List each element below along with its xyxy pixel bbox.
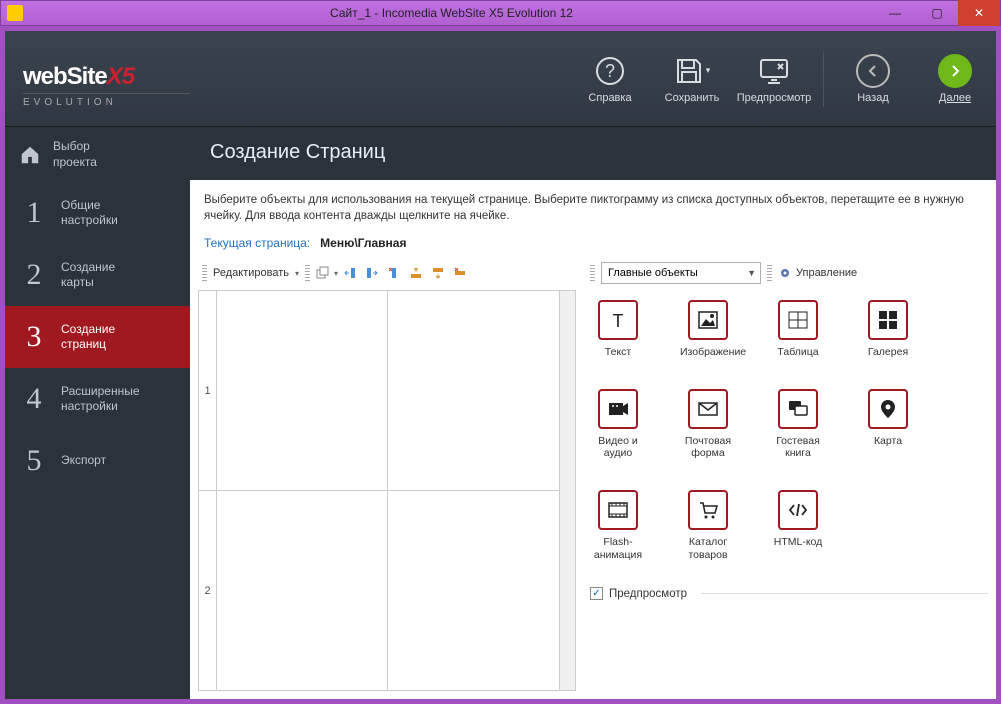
grid-cell[interactable] bbox=[217, 491, 388, 690]
copy-icon[interactable] bbox=[313, 264, 331, 282]
sidebar-item-pages[interactable]: 3 Создание страниц bbox=[5, 306, 190, 368]
pin-icon bbox=[868, 389, 908, 429]
back-button[interactable]: Назад bbox=[832, 54, 914, 104]
object-map[interactable]: Карта bbox=[860, 389, 916, 460]
edit-dropdown-icon[interactable]: ▾ bbox=[295, 269, 299, 278]
maximize-button[interactable]: ▢ bbox=[916, 0, 958, 26]
sidebar-item-general[interactable]: 1 Общие настройки bbox=[5, 182, 190, 244]
delete-column-icon[interactable] bbox=[385, 264, 403, 282]
object-text[interactable]: TТекст bbox=[590, 300, 646, 359]
object-gallery[interactable]: Галерея bbox=[860, 300, 916, 359]
grid-cell[interactable] bbox=[388, 491, 559, 690]
app-header: webSiteX5 EVOLUTION ? Справка ▾ Сохранит… bbox=[5, 31, 996, 127]
minimize-button[interactable]: — bbox=[874, 0, 916, 26]
grid-cell[interactable] bbox=[217, 291, 388, 490]
object-flash[interactable]: Flash-анимация bbox=[590, 490, 646, 561]
toolbar-grip bbox=[767, 265, 772, 281]
copy-dropdown-icon[interactable]: ▾ bbox=[334, 269, 338, 278]
svg-text:?: ? bbox=[605, 61, 615, 81]
add-row-top-icon[interactable] bbox=[407, 264, 425, 282]
sidebar-item-advanced[interactable]: 4 Расширенные настройки bbox=[5, 368, 190, 430]
chat-icon bbox=[778, 389, 818, 429]
close-button[interactable]: ✕ bbox=[958, 0, 1000, 26]
add-column-left-icon[interactable] bbox=[341, 264, 359, 282]
app-icon bbox=[7, 5, 23, 21]
object-video[interactable]: Видео и аудио bbox=[590, 389, 646, 460]
image-icon bbox=[688, 300, 728, 340]
delete-row-icon[interactable] bbox=[451, 264, 469, 282]
preview-button[interactable]: Предпросмотр bbox=[733, 54, 815, 104]
objects-dropdown[interactable]: Главные объекты ▼ bbox=[601, 262, 761, 284]
object-mailform[interactable]: Почтовая форма bbox=[680, 389, 736, 460]
sidebar-item-export[interactable]: 5 Экспорт bbox=[5, 430, 190, 492]
object-image[interactable]: Изображение bbox=[680, 300, 736, 359]
preview-checkbox[interactable]: ✓ Предпросмотр bbox=[590, 587, 988, 600]
instruction-text: Выберите объекты для использования на те… bbox=[190, 180, 996, 232]
grid-toolbar: Редактировать ▾ ▾ bbox=[198, 260, 576, 286]
page-grid[interactable]: 1 2 bbox=[198, 290, 576, 691]
preview-icon bbox=[733, 54, 815, 88]
home-icon bbox=[19, 144, 41, 166]
manage-button[interactable]: Управление bbox=[778, 266, 857, 280]
scrollbar[interactable] bbox=[559, 291, 575, 690]
checkbox-icon: ✓ bbox=[590, 587, 603, 600]
window-title: Сайт_1 - Incomedia WebSite X5 Evolution … bbox=[29, 6, 874, 20]
sidebar-item-project[interactable]: Выбор проекта bbox=[5, 127, 190, 182]
window-titlebar: Сайт_1 - Incomedia WebSite X5 Evolution … bbox=[0, 0, 1001, 26]
row-header: 2 bbox=[199, 491, 216, 690]
toolbar-grip bbox=[590, 265, 595, 281]
gallery-icon bbox=[868, 300, 908, 340]
video-icon bbox=[598, 389, 638, 429]
row-header: 1 bbox=[199, 291, 216, 491]
next-button[interactable]: Далее bbox=[914, 54, 996, 104]
add-column-right-icon[interactable] bbox=[363, 264, 381, 282]
save-button[interactable]: ▾ Сохранить bbox=[651, 54, 733, 104]
objects-palette: TТекст Изображение Таблица Галерея Видео… bbox=[590, 300, 988, 561]
svg-text:T: T bbox=[613, 311, 624, 331]
object-htmlcode[interactable]: HTML-код bbox=[770, 490, 826, 561]
object-guestbook[interactable]: Гостевая книга bbox=[770, 389, 826, 460]
film-icon bbox=[598, 490, 638, 530]
toolbar-grip bbox=[305, 265, 310, 281]
edit-button[interactable]: Редактировать bbox=[209, 267, 293, 279]
grid-cell[interactable] bbox=[388, 291, 559, 490]
object-catalog[interactable]: Каталог товаров bbox=[680, 490, 736, 561]
code-icon bbox=[778, 490, 818, 530]
chevron-right-icon bbox=[938, 54, 972, 88]
toolbar-grip bbox=[202, 265, 207, 281]
text-icon: T bbox=[598, 300, 638, 340]
mail-icon bbox=[688, 389, 728, 429]
current-page: Текущая страница: Меню\Главная bbox=[190, 232, 996, 260]
help-button[interactable]: ? Справка bbox=[569, 54, 651, 104]
sidebar-item-sitemap[interactable]: 2 Создание карты bbox=[5, 244, 190, 306]
chevron-down-icon: ▼ bbox=[747, 268, 756, 278]
gear-icon bbox=[778, 266, 792, 280]
save-icon: ▾ bbox=[651, 54, 733, 88]
chevron-left-icon bbox=[856, 54, 890, 88]
object-table[interactable]: Таблица bbox=[770, 300, 826, 359]
logo: webSiteX5 EVOLUTION bbox=[5, 49, 190, 108]
table-icon bbox=[778, 300, 818, 340]
cart-icon bbox=[688, 490, 728, 530]
page-title: Создание Страниц bbox=[190, 127, 996, 180]
add-row-bottom-icon[interactable] bbox=[429, 264, 447, 282]
step-sidebar: Выбор проекта 1 Общие настройки 2 Создан… bbox=[5, 127, 190, 699]
help-icon: ? bbox=[569, 54, 651, 88]
